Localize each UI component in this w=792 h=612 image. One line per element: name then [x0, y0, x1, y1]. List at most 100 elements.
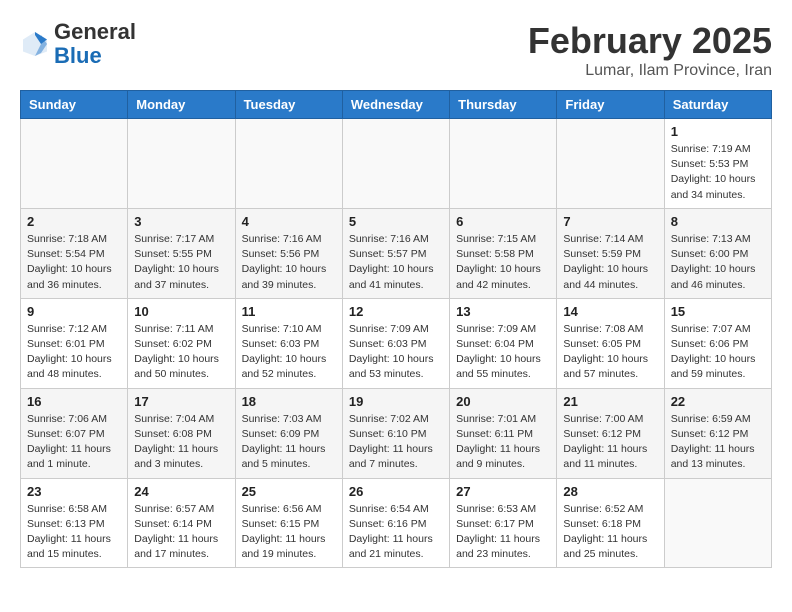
- day-detail: Sunrise: 6:56 AM Sunset: 6:15 PM Dayligh…: [242, 502, 336, 563]
- calendar-cell: 18Sunrise: 7:03 AM Sunset: 6:09 PM Dayli…: [235, 388, 342, 478]
- day-number: 22: [671, 394, 765, 409]
- day-detail: Sunrise: 6:53 AM Sunset: 6:17 PM Dayligh…: [456, 502, 550, 563]
- day-number: 9: [27, 304, 121, 319]
- calendar-cell: 14Sunrise: 7:08 AM Sunset: 6:05 PM Dayli…: [557, 298, 664, 388]
- day-detail: Sunrise: 7:00 AM Sunset: 6:12 PM Dayligh…: [563, 412, 657, 473]
- calendar-cell: [235, 119, 342, 209]
- day-header-monday: Monday: [128, 91, 235, 119]
- day-number: 2: [27, 214, 121, 229]
- day-header-friday: Friday: [557, 91, 664, 119]
- calendar-cell: [342, 119, 449, 209]
- day-detail: Sunrise: 7:12 AM Sunset: 6:01 PM Dayligh…: [27, 322, 121, 383]
- day-detail: Sunrise: 7:04 AM Sunset: 6:08 PM Dayligh…: [134, 412, 228, 473]
- day-detail: Sunrise: 7:14 AM Sunset: 5:59 PM Dayligh…: [563, 232, 657, 293]
- calendar-cell: 3 Sunrise: 7:17 AM Sunset: 5:55 PM Daylig…: [128, 208, 235, 298]
- logo: General Blue: [20, 20, 136, 68]
- calendar-cell: [664, 478, 771, 568]
- location: Lumar, Ilam Province, Iran: [528, 62, 772, 80]
- calendar-week-row: 2 Sunrise: 7:18 AM Sunset: 5:54 PM Daylig…: [21, 208, 772, 298]
- day-number: 26: [349, 484, 443, 499]
- day-detail: Sunrise: 7:09 AM Sunset: 6:04 PM Dayligh…: [456, 322, 550, 383]
- day-number: 1: [671, 124, 765, 139]
- day-detail: Sunrise: 7:09 AM Sunset: 6:03 PM Dayligh…: [349, 322, 443, 383]
- day-header-wednesday: Wednesday: [342, 91, 449, 119]
- calendar-cell: 25 Sunrise: 6:56 AM Sunset: 6:15 PM Dayli…: [235, 478, 342, 568]
- day-detail: Sunrise: 7:18 AM Sunset: 5:54 PM Dayligh…: [27, 232, 121, 293]
- calendar-cell: 23Sunrise: 6:58 AM Sunset: 6:13 PM Dayli…: [21, 478, 128, 568]
- calendar-week-row: 1Sunrise: 7:19 AM Sunset: 5:53 PM Daylig…: [21, 119, 772, 209]
- day-number: 10: [134, 304, 228, 319]
- calendar-cell: 15 Sunrise: 7:07 AM Sunset: 6:06 PM Dayli…: [664, 298, 771, 388]
- day-number: 23: [27, 484, 121, 499]
- day-detail: Sunrise: 7:17 AM Sunset: 5:55 PM Dayligh…: [134, 232, 228, 293]
- calendar-cell: 19Sunrise: 7:02 AM Sunset: 6:10 PM Dayli…: [342, 388, 449, 478]
- calendar-cell: 7 Sunrise: 7:14 AM Sunset: 5:59 PM Daylig…: [557, 208, 664, 298]
- calendar-cell: 8 Sunrise: 7:13 AM Sunset: 6:00 PM Daylig…: [664, 208, 771, 298]
- day-number: 12: [349, 304, 443, 319]
- title-block: February 2025 Lumar, Ilam Province, Iran: [528, 20, 772, 80]
- day-number: 24: [134, 484, 228, 499]
- day-number: 16: [27, 394, 121, 409]
- day-number: 21: [563, 394, 657, 409]
- day-number: 6: [456, 214, 550, 229]
- day-number: 18: [242, 394, 336, 409]
- day-number: 7: [563, 214, 657, 229]
- calendar-week-row: 23Sunrise: 6:58 AM Sunset: 6:13 PM Dayli…: [21, 478, 772, 568]
- day-detail: Sunrise: 7:16 AM Sunset: 5:56 PM Dayligh…: [242, 232, 336, 293]
- day-header-tuesday: Tuesday: [235, 91, 342, 119]
- calendar-cell: 9 Sunrise: 7:12 AM Sunset: 6:01 PM Daylig…: [21, 298, 128, 388]
- day-detail: Sunrise: 7:13 AM Sunset: 6:00 PM Dayligh…: [671, 232, 765, 293]
- calendar-cell: 1Sunrise: 7:19 AM Sunset: 5:53 PM Daylig…: [664, 119, 771, 209]
- logo-text: General Blue: [54, 20, 136, 68]
- day-number: 27: [456, 484, 550, 499]
- calendar-cell: 13 Sunrise: 7:09 AM Sunset: 6:04 PM Dayli…: [450, 298, 557, 388]
- day-detail: Sunrise: 6:52 AM Sunset: 6:18 PM Dayligh…: [563, 502, 657, 563]
- day-header-sunday: Sunday: [21, 91, 128, 119]
- day-number: 17: [134, 394, 228, 409]
- logo-general: General: [54, 19, 136, 44]
- month-year: February 2025: [528, 20, 772, 62]
- calendar-cell: [21, 119, 128, 209]
- day-number: 28: [563, 484, 657, 499]
- day-detail: Sunrise: 6:57 AM Sunset: 6:14 PM Dayligh…: [134, 502, 228, 563]
- day-detail: Sunrise: 7:02 AM Sunset: 6:10 PM Dayligh…: [349, 412, 443, 473]
- calendar-cell: 11 Sunrise: 7:10 AM Sunset: 6:03 PM Dayli…: [235, 298, 342, 388]
- day-detail: Sunrise: 6:59 AM Sunset: 6:12 PM Dayligh…: [671, 412, 765, 473]
- calendar-cell: 27 Sunrise: 6:53 AM Sunset: 6:17 PM Dayli…: [450, 478, 557, 568]
- calendar-cell: 17 Sunrise: 7:04 AM Sunset: 6:08 PM Dayli…: [128, 388, 235, 478]
- calendar-cell: 21 Sunrise: 7:00 AM Sunset: 6:12 PM Dayli…: [557, 388, 664, 478]
- day-number: 4: [242, 214, 336, 229]
- page-header: General Blue February 2025 Lumar, Ilam P…: [20, 20, 772, 80]
- calendar-cell: 26 Sunrise: 6:54 AM Sunset: 6:16 PM Dayli…: [342, 478, 449, 568]
- calendar-cell: 2 Sunrise: 7:18 AM Sunset: 5:54 PM Daylig…: [21, 208, 128, 298]
- day-header-saturday: Saturday: [664, 91, 771, 119]
- day-detail: Sunrise: 6:54 AM Sunset: 6:16 PM Dayligh…: [349, 502, 443, 563]
- calendar-cell: 16Sunrise: 7:06 AM Sunset: 6:07 PM Dayli…: [21, 388, 128, 478]
- calendar-cell: 24 Sunrise: 6:57 AM Sunset: 6:14 PM Dayli…: [128, 478, 235, 568]
- day-number: 3: [134, 214, 228, 229]
- logo-icon: [20, 29, 50, 59]
- day-number: 11: [242, 304, 336, 319]
- day-number: 14: [563, 304, 657, 319]
- day-detail: Sunrise: 7:16 AM Sunset: 5:57 PM Dayligh…: [349, 232, 443, 293]
- day-detail: Sunrise: 7:10 AM Sunset: 6:03 PM Dayligh…: [242, 322, 336, 383]
- calendar-cell: [557, 119, 664, 209]
- calendar-header-row: SundayMondayTuesdayWednesdayThursdayFrid…: [21, 91, 772, 119]
- day-number: 15: [671, 304, 765, 319]
- day-detail: Sunrise: 7:07 AM Sunset: 6:06 PM Dayligh…: [671, 322, 765, 383]
- calendar-cell: [128, 119, 235, 209]
- calendar-table: SundayMondayTuesdayWednesdayThursdayFrid…: [20, 90, 772, 568]
- day-header-thursday: Thursday: [450, 91, 557, 119]
- day-number: 13: [456, 304, 550, 319]
- calendar-cell: 28 Sunrise: 6:52 AM Sunset: 6:18 PM Dayli…: [557, 478, 664, 568]
- calendar-cell: 6Sunrise: 7:15 AM Sunset: 5:58 PM Daylig…: [450, 208, 557, 298]
- day-detail: Sunrise: 7:11 AM Sunset: 6:02 PM Dayligh…: [134, 322, 228, 383]
- calendar-cell: 4 Sunrise: 7:16 AM Sunset: 5:56 PM Daylig…: [235, 208, 342, 298]
- day-number: 8: [671, 214, 765, 229]
- calendar-cell: 20Sunrise: 7:01 AM Sunset: 6:11 PM Dayli…: [450, 388, 557, 478]
- calendar-cell: 22 Sunrise: 6:59 AM Sunset: 6:12 PM Dayli…: [664, 388, 771, 478]
- calendar-week-row: 9 Sunrise: 7:12 AM Sunset: 6:01 PM Daylig…: [21, 298, 772, 388]
- day-number: 25: [242, 484, 336, 499]
- calendar-cell: 12 Sunrise: 7:09 AM Sunset: 6:03 PM Dayli…: [342, 298, 449, 388]
- day-number: 20: [456, 394, 550, 409]
